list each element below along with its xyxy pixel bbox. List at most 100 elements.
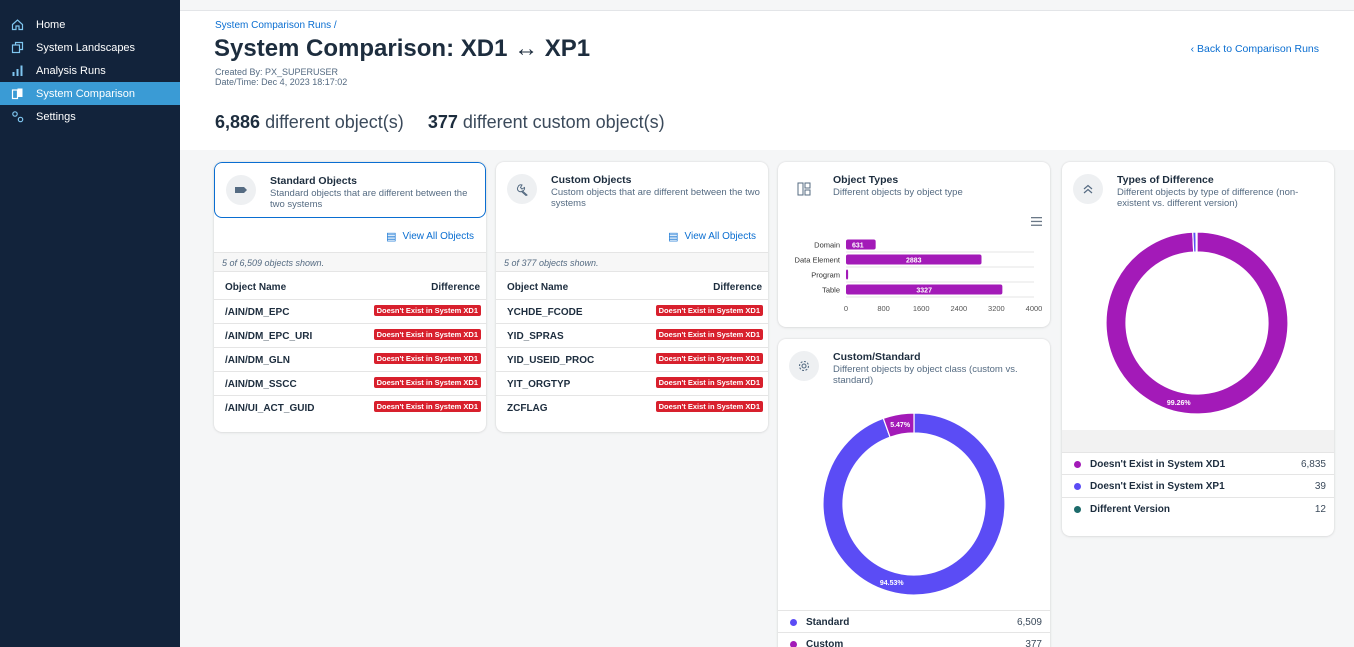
custom-objects-label: different custom object(s) bbox=[462, 112, 665, 132]
sidebar-item-label: Home bbox=[36, 18, 66, 31]
table-row[interactable]: /AIN/DM_EPC_URI Doesn't Exist in System X… bbox=[214, 324, 486, 348]
custom-standard-card-header: Custom/Standard Different objects by obj… bbox=[778, 339, 1050, 395]
table-row[interactable]: YID_USEID_PROC Doesn't Exist in System XD… bbox=[496, 348, 768, 372]
object-types-bar-chart: Domain 631 Data Element 2883 Program Table 332… bbox=[795, 239, 1042, 313]
sidebar-item-label: Settings bbox=[36, 110, 76, 123]
landscape-icon bbox=[10, 41, 24, 55]
tick-label: 0 bbox=[844, 304, 848, 313]
difference-badge: Doesn't Exist in System XD1 bbox=[373, 401, 481, 412]
object-name: YID_USEID_PROC bbox=[507, 355, 595, 366]
home-icon bbox=[10, 18, 24, 32]
sidebar-item-system-comparison[interactable]: System Comparison bbox=[0, 82, 180, 105]
different-objects-label: different object(s) bbox=[265, 112, 404, 132]
tick-label: 1600 bbox=[913, 304, 930, 313]
legend-dot bbox=[1074, 506, 1081, 513]
difference-badge: Doesn't Exist in System XD1 bbox=[655, 305, 763, 316]
object-name: YCHDE_FCODE bbox=[507, 307, 583, 318]
column-object-name: Object Name bbox=[507, 282, 569, 293]
table-row[interactable]: /AIN/DM_EPC Doesn't Exist in System XD1 bbox=[214, 300, 486, 324]
card-title: Standard Objects bbox=[270, 175, 357, 187]
table-row[interactable]: /AIN/DM_GLN Doesn't Exist in System XD1 bbox=[214, 348, 486, 372]
object-types-card-header: Object Types Different objects by object… bbox=[778, 162, 1050, 218]
breadcrumb[interactable]: System Comparison Runs / bbox=[215, 20, 337, 31]
types-of-difference-card-header: Types of Difference Different objects by… bbox=[1062, 162, 1334, 218]
custom-objects-count: 377 bbox=[427, 112, 458, 132]
tick-label: 800 bbox=[877, 304, 890, 313]
legend-value: 6,509 bbox=[1016, 617, 1042, 628]
gear-icon bbox=[789, 351, 819, 381]
objects-shown-text: 5 of 6,509 objects shown. bbox=[214, 252, 486, 272]
legend-label: Custom bbox=[806, 639, 844, 647]
object-name: YIT_ORGTYP bbox=[507, 379, 571, 390]
types-of-difference-legend: Doesn't Exist in System XD1 6,835 Doesn'… bbox=[1062, 452, 1334, 521]
back-to-comparison-runs-link[interactable]: ‹ Back to Comparison Runs bbox=[1191, 43, 1319, 55]
difference-badge: Doesn't Exist in System XD1 bbox=[655, 401, 763, 412]
object-name: ZCFLAG bbox=[507, 403, 548, 414]
custom-standard-legend: Standard 6,509 Custom 377 bbox=[778, 610, 1050, 647]
different-objects-count: 6,886 bbox=[215, 112, 261, 132]
slice-label: 5.47% bbox=[890, 422, 911, 429]
table-row[interactable]: YIT_ORGTYP Doesn't Exist in System XD1 bbox=[496, 372, 768, 396]
page-title: System Comparison: XD1 ↔ XP1 bbox=[214, 35, 591, 62]
object-name: YID_SPRAS bbox=[507, 331, 564, 342]
legend-label: Standard bbox=[806, 617, 850, 628]
legend-item-standard[interactable]: Standard 6,509 bbox=[778, 610, 1050, 633]
sidebar-item-settings[interactable]: Settings bbox=[0, 105, 180, 128]
standard-objects-card-header[interactable]: Standard Objects Standard objects that a… bbox=[214, 162, 486, 218]
sidebar-item-analysis-runs[interactable]: Analysis Runs bbox=[0, 59, 180, 82]
difference-badge: Doesn't Exist in System XD1 bbox=[655, 377, 763, 388]
legend-item-different-version[interactable]: Different Version 12 bbox=[1062, 498, 1334, 521]
layout-icon bbox=[789, 174, 819, 204]
difference-badge: Doesn't Exist in System XD1 bbox=[373, 305, 481, 316]
legend-dot bbox=[1074, 483, 1081, 490]
sidebar-item-label: System Comparison bbox=[36, 87, 136, 100]
legend-item-custom[interactable]: Custom 377 bbox=[778, 633, 1050, 647]
difference-badge: Doesn't Exist in System XD1 bbox=[373, 377, 481, 388]
table-row[interactable]: YCHDE_FCODE Doesn't Exist in System XD1 bbox=[496, 300, 768, 324]
category-label: Data Element bbox=[795, 256, 841, 265]
card-subtitle: Different objects by object class (custo… bbox=[833, 364, 1018, 386]
table-header: Object Name Difference bbox=[496, 274, 768, 300]
tick-label: 3200 bbox=[988, 304, 1005, 313]
difference-badge: Doesn't Exist in System XD1 bbox=[373, 353, 481, 364]
legend-value: 377 bbox=[1025, 639, 1042, 647]
card-title: Custom/Standard bbox=[833, 351, 921, 363]
object-name: /AIN/DM_SSCC bbox=[225, 379, 297, 390]
custom-standard-donut-chart: 94.53% 5.47% bbox=[822, 412, 1006, 596]
legend-item-not-in-xd1[interactable]: Doesn't Exist in System XD1 6,835 bbox=[1062, 452, 1334, 475]
types-of-difference-card: Types of Difference Different objects by… bbox=[1062, 162, 1334, 536]
object-name: /AIN/DM_EPC bbox=[225, 307, 290, 318]
card-subtitle: Different objects by type of difference … bbox=[1117, 187, 1299, 209]
sidebar-item-label: Analysis Runs bbox=[36, 64, 106, 77]
card-title: Object Types bbox=[833, 174, 899, 186]
table-row[interactable]: ZCFLAG Doesn't Exist in System XD1 bbox=[496, 396, 768, 420]
card-title: Types of Difference bbox=[1117, 174, 1214, 186]
custom-objects-card-header[interactable]: Custom Objects Custom objects that are d… bbox=[496, 162, 768, 218]
compare-icon bbox=[10, 87, 24, 101]
legend-label: Doesn't Exist in System XD1 bbox=[1090, 459, 1226, 470]
difference-badge: Doesn't Exist in System XD1 bbox=[373, 329, 481, 340]
legend-item-not-in-xp1[interactable]: Doesn't Exist in System XP1 39 bbox=[1062, 475, 1334, 498]
page-header: System Comparison Runs / System Comparis… bbox=[180, 10, 1354, 150]
category-label: Table bbox=[822, 286, 840, 295]
legend-dot bbox=[1074, 461, 1081, 468]
table-row[interactable]: /AIN/DM_SSCC Doesn't Exist in System XD1 bbox=[214, 372, 486, 396]
settings-icon bbox=[10, 110, 24, 124]
objects-shown-text: 5 of 377 objects shown. bbox=[496, 252, 768, 272]
legend-dot bbox=[790, 641, 797, 647]
donut-slice bbox=[1105, 231, 1289, 415]
bar bbox=[846, 269, 849, 280]
chevrons-up-icon bbox=[1073, 174, 1103, 204]
data-label: 2883 bbox=[906, 258, 922, 265]
hamburger-menu-icon[interactable] bbox=[1031, 217, 1042, 229]
sidebar-item-system-landscapes[interactable]: System Landscapes bbox=[0, 36, 180, 59]
legend-label: Different Version bbox=[1090, 504, 1171, 515]
table-row[interactable]: /AIN/UI_ACT_GUID Doesn't Exist in System … bbox=[214, 396, 486, 420]
view-all-objects-link[interactable]: ▤ View All Objects bbox=[668, 230, 756, 243]
object-name: /AIN/DM_GLN bbox=[225, 355, 290, 366]
sidebar-item-home[interactable]: Home bbox=[0, 13, 180, 36]
table-row[interactable]: YID_SPRAS Doesn't Exist in System XD1 bbox=[496, 324, 768, 348]
view-all-objects-link[interactable]: ▤ View All Objects bbox=[386, 230, 474, 243]
data-label: 3327 bbox=[916, 288, 932, 295]
list-icon: ▤ bbox=[386, 231, 397, 243]
